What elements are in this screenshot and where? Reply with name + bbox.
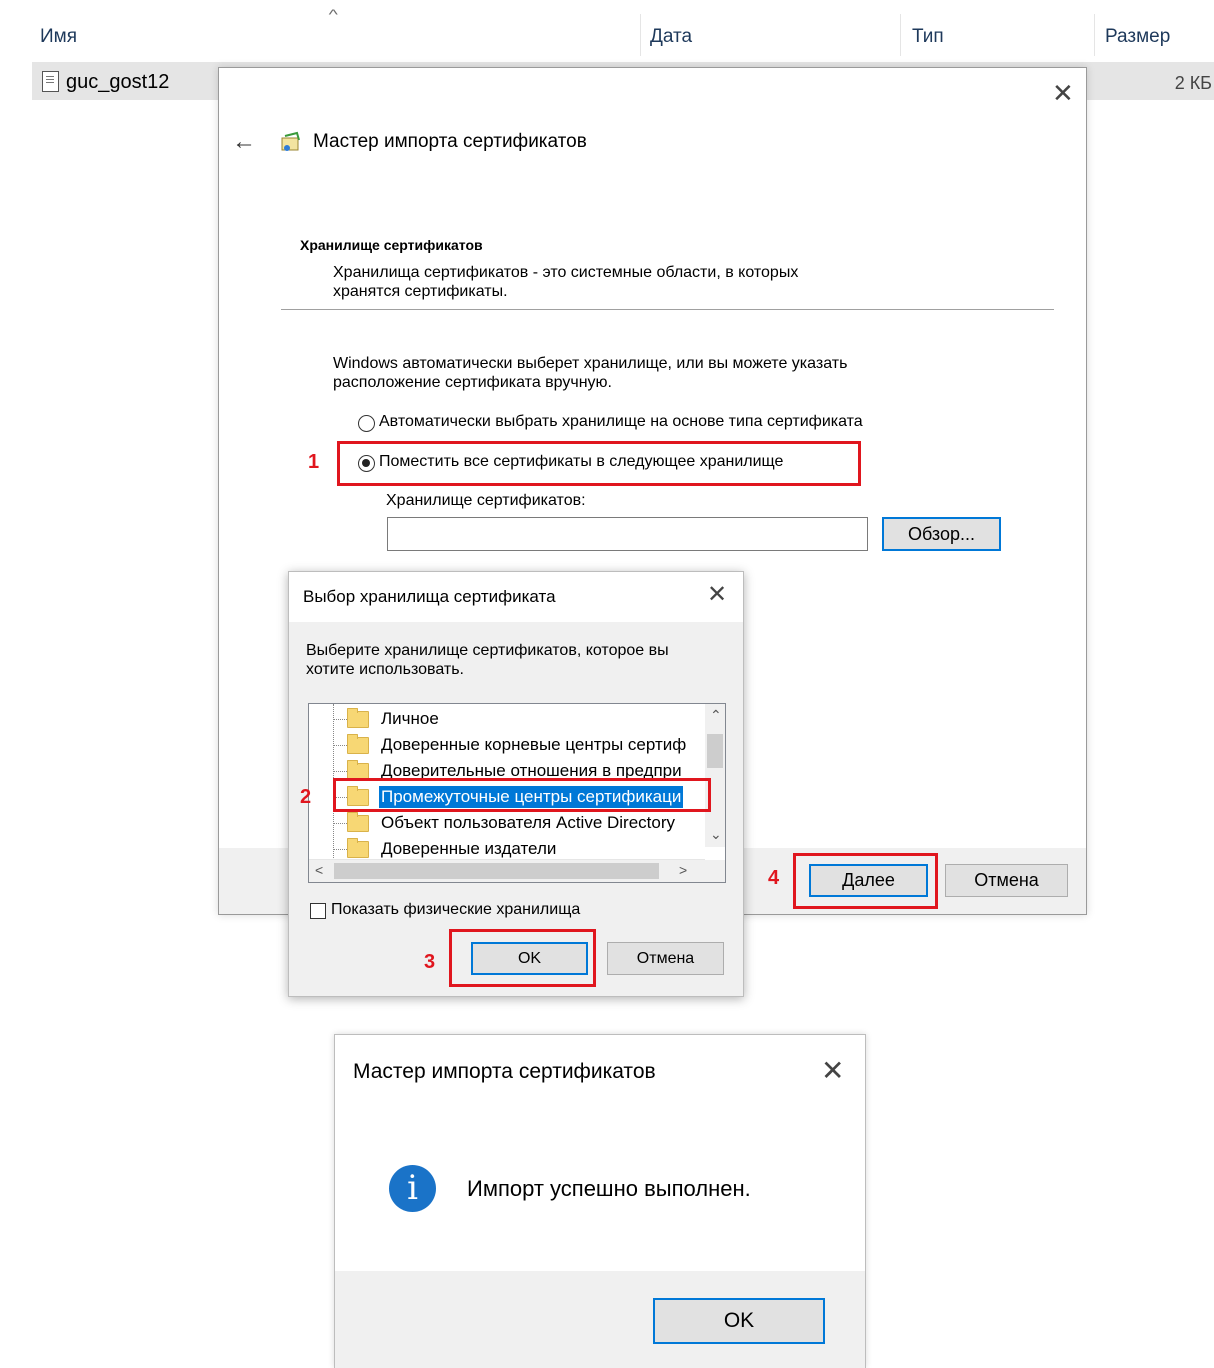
browse-button[interactable]: Обзор... (882, 517, 1001, 551)
highlight-box-step2 (333, 778, 711, 812)
cancel-button[interactable]: Отмена (945, 864, 1068, 897)
section-description-line: Хранилища сертификатов - это системные о… (333, 264, 799, 281)
column-divider (1094, 14, 1095, 56)
info-glyph: i (407, 1168, 418, 1208)
tree-connector (333, 771, 347, 772)
dialog-description-line: хотите использовать. (306, 661, 464, 678)
ok-button[interactable]: OK (653, 1298, 825, 1344)
tree-connector (333, 719, 347, 720)
tree-connector (333, 745, 347, 746)
vertical-scroll-thumb[interactable] (707, 734, 723, 768)
step-number-3: 3 (424, 951, 436, 973)
store-label: Хранилище сертификатов: (386, 492, 586, 509)
intro-text: Windows автоматически выберет хранилище,… (333, 354, 847, 392)
file-size: 2 КБ (1174, 73, 1212, 93)
close-icon[interactable]: ✕ (821, 1057, 844, 1085)
store-field[interactable] (387, 517, 868, 551)
tree-item-personal[interactable]: Личное (309, 707, 709, 733)
tree-item-label: Объект пользователя Active Directory (381, 813, 676, 832)
tree-item-ad-user-object[interactable]: Объект пользователя Active Directory (309, 811, 709, 837)
scroll-left-icon[interactable]: < (315, 862, 323, 878)
column-header-size[interactable]: Размер (1105, 26, 1170, 48)
step-number-1: 1 (308, 451, 320, 473)
header-divider (281, 309, 1054, 310)
section-description: Хранилища сертификатов - это системные о… (333, 263, 798, 301)
tree-item-label: Доверенные корневые центры сертиф (381, 735, 687, 754)
tree-item-trusted-root[interactable]: Доверенные корневые центры сертиф (309, 733, 709, 759)
success-message: Импорт успешно выполнен. (467, 1176, 751, 1201)
step-number-2: 2 (300, 786, 312, 808)
column-header-date[interactable]: Дата (650, 26, 692, 48)
radio-auto-store-label[interactable]: Автоматически выбрать хранилище на основ… (379, 413, 863, 431)
horizontal-scroll-thumb[interactable] (334, 863, 659, 879)
folder-icon (347, 708, 369, 728)
cancel-button[interactable]: Отмена (607, 942, 724, 975)
wizard-title: Мастер импорта сертификатов (313, 131, 587, 152)
highlight-box-step3 (449, 929, 596, 987)
vertical-scrollbar[interactable]: ⌃ ⌄ (705, 704, 725, 847)
tree-item-label: Личное (381, 709, 439, 728)
dialog-title: Выбор хранилища сертификата (303, 587, 556, 606)
column-header-name[interactable]: Имя (40, 26, 77, 48)
certificate-file-icon (42, 71, 59, 92)
scroll-right-icon[interactable]: > (679, 862, 687, 878)
horizontal-scrollbar[interactable]: < > (309, 859, 705, 882)
tree-connector (333, 849, 347, 850)
column-divider (900, 14, 901, 56)
highlight-box-step4 (793, 853, 938, 909)
file-name[interactable]: guc_gost12 (66, 71, 169, 94)
section-title: Хранилище сертификатов (300, 237, 483, 253)
scrollbar-corner (705, 860, 725, 882)
dialog-description: Выберите хранилище сертификатов, которое… (306, 641, 669, 679)
column-header-type[interactable]: Тип (912, 26, 944, 48)
show-physical-label[interactable]: Показать физические хранилища (331, 901, 580, 919)
scroll-up-icon[interactable]: ⌃ (710, 707, 722, 724)
section-description-line: хранятся сертификаты. (333, 283, 508, 300)
tree-connector (333, 823, 347, 824)
folder-icon (347, 734, 369, 754)
intro-line: расположение сертификата вручную. (333, 374, 612, 391)
tree-item-label: Доверенные издатели (381, 839, 557, 858)
show-physical-checkbox[interactable] (310, 903, 326, 919)
folder-icon (347, 838, 369, 858)
close-icon[interactable]: ✕ (1052, 80, 1074, 106)
dialog-title: Мастер импорта сертификатов (353, 1060, 656, 1083)
info-icon: i (389, 1165, 436, 1212)
close-icon[interactable]: ✕ (707, 583, 727, 607)
intro-line: Windows автоматически выберет хранилище,… (333, 355, 848, 372)
sort-ascending-icon: ^ (328, 6, 338, 22)
dialog-description-line: Выберите хранилище сертификатов, которое… (306, 642, 669, 659)
success-dialog: Мастер импорта сертификатов ✕ i Импорт у… (334, 1034, 866, 1368)
certificate-wizard-icon (281, 131, 300, 151)
step-number-4: 4 (768, 867, 780, 889)
scroll-down-icon[interactable]: ⌄ (710, 826, 722, 843)
highlight-box-step1 (337, 441, 861, 486)
back-arrow-icon[interactable]: ← (232, 128, 256, 156)
column-divider (640, 14, 641, 56)
radio-auto-store[interactable] (358, 415, 375, 432)
folder-icon (347, 812, 369, 832)
